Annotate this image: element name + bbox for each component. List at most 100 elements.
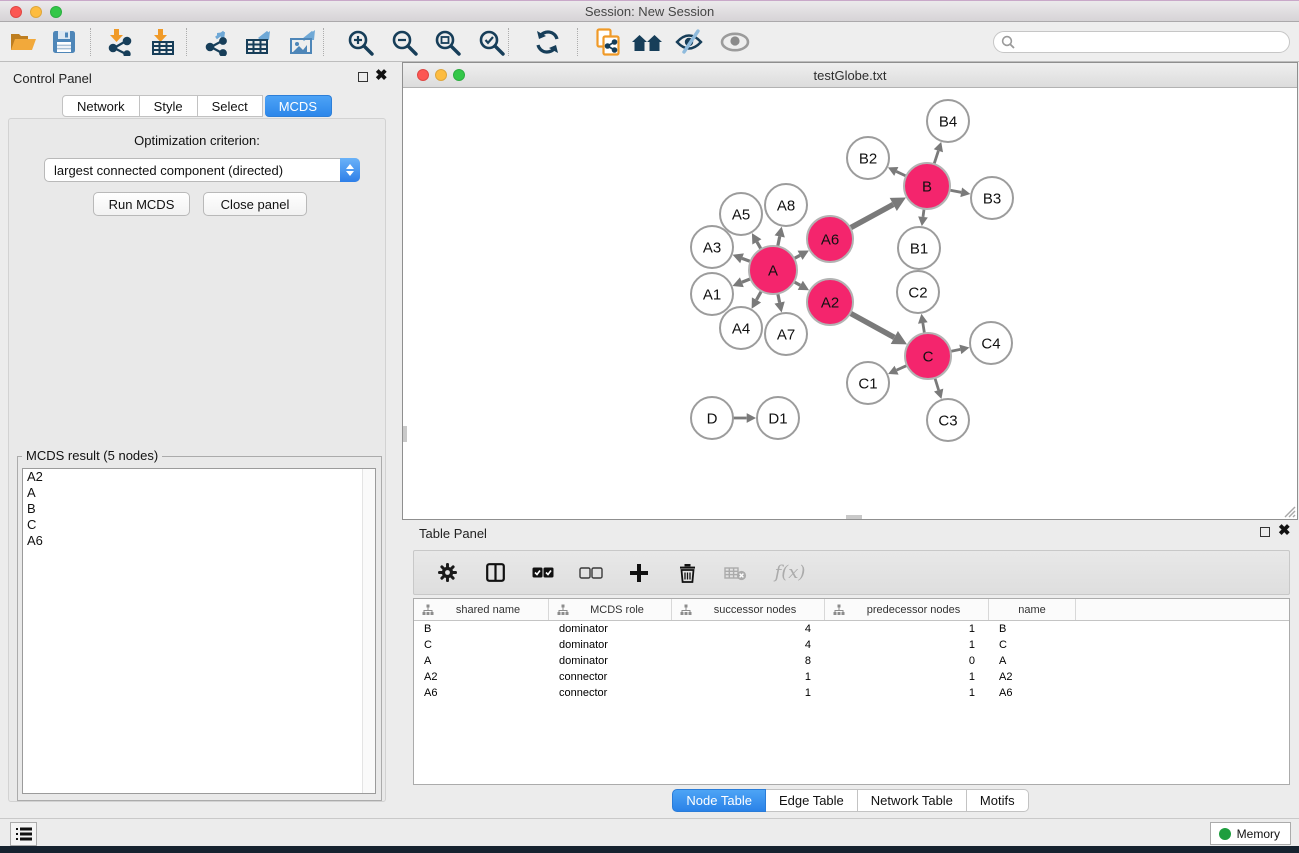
float-panel-icon[interactable] [358,72,368,82]
column-header-name[interactable]: name [989,599,1076,620]
search-field[interactable] [993,31,1290,53]
export-image-icon[interactable] [286,27,320,57]
edge-A-A1[interactable] [742,279,751,282]
close-table-panel-icon[interactable]: ✖ [1278,521,1291,541]
add-column-icon[interactable] [626,560,652,586]
cell[interactable]: B [989,621,1076,637]
mcds-result-item[interactable]: C [23,517,375,533]
float-table-panel-icon[interactable] [1260,527,1270,537]
delete-columns-icon[interactable] [674,560,700,586]
cell[interactable]: A2 [414,669,549,685]
edge-C-C3[interactable] [935,378,939,390]
list-scrollbar[interactable] [362,469,375,793]
edge-B-B2[interactable] [896,171,906,176]
edge-A-A7[interactable] [778,294,780,303]
mcds-result-item[interactable]: A6 [23,533,375,549]
select-all-icon[interactable] [530,560,556,586]
table-row[interactable]: A2connector11A2 [414,669,1289,685]
cell[interactable]: dominator [549,637,672,653]
edge-A-A2[interactable] [794,282,800,286]
cell[interactable]: 1 [672,669,825,685]
tab-motifs[interactable]: Motifs [967,789,1029,812]
deselect-all-icon[interactable] [578,560,604,586]
close-panel-icon[interactable]: ✖ [375,66,388,86]
duplicate-network-icon[interactable] [591,27,625,57]
show-all-icon[interactable] [718,27,752,57]
edge-C-C2[interactable] [923,323,925,333]
import-table-icon[interactable] [146,27,180,57]
close-panel-button[interactable]: Close panel [203,192,307,216]
open-session-icon[interactable] [6,27,40,57]
first-neighbors-icon[interactable] [630,27,664,57]
table-settings-icon[interactable] [434,560,460,586]
horizontal-scroll-indicator[interactable] [846,515,862,519]
tab-select[interactable]: Select [198,95,263,117]
edge-C-C1[interactable] [897,365,907,370]
cell[interactable]: 4 [672,637,825,653]
edge-A-A5[interactable] [757,242,761,249]
table-row[interactable]: Cdominator41C [414,637,1289,653]
edge-B-B4[interactable] [934,151,938,164]
cell[interactable]: C [414,637,549,653]
network-window-titlebar[interactable]: testGlobe.txt [403,63,1297,88]
cell[interactable]: 4 [672,621,825,637]
tab-edge-table[interactable]: Edge Table [766,789,858,812]
cell[interactable]: 1 [825,669,989,685]
cell[interactable]: 0 [825,653,989,669]
cell[interactable]: 1 [825,685,989,701]
mcds-result-item[interactable]: B [23,501,375,517]
edge-A2-C[interactable] [850,313,894,337]
zoom-out-icon[interactable] [387,27,421,57]
optimization-criterion-select[interactable]: largest connected component (directed) [44,158,360,182]
export-table-icon[interactable] [242,27,276,57]
cell[interactable]: connector [549,685,672,701]
zoom-selected-icon[interactable] [474,27,508,57]
column-header-predecessor-nodes[interactable]: predecessor nodes [825,599,989,620]
cell[interactable]: 1 [825,637,989,653]
import-network-icon[interactable] [102,27,136,57]
cell[interactable]: 8 [672,653,825,669]
cell[interactable]: A [414,653,549,669]
cell[interactable]: dominator [549,653,672,669]
hide-selected-icon[interactable] [672,27,706,57]
cell[interactable]: 1 [825,621,989,637]
task-history-button[interactable] [10,822,37,846]
tab-node-table[interactable]: Node Table [672,789,766,812]
cell[interactable]: A6 [989,685,1076,701]
zoom-fit-icon[interactable] [430,27,464,57]
tab-mcds[interactable]: MCDS [265,95,332,117]
save-session-icon[interactable] [47,27,81,57]
run-mcds-button[interactable]: Run MCDS [93,192,190,216]
tab-style[interactable]: Style [140,95,198,117]
cell[interactable]: C [989,637,1076,653]
edge-A6-B[interactable] [850,204,893,228]
cell[interactable]: connector [549,669,672,685]
table-row[interactable]: Adominator80A [414,653,1289,669]
network-canvas[interactable]: B4B2BB3A8A5A6A3B1AC2A1A2A4A7C4CC1DD1C3 [403,88,1297,519]
edge-A-A8[interactable] [778,236,780,246]
memory-button[interactable]: Memory [1210,822,1291,845]
edge-A-A6[interactable] [794,255,800,258]
edge-B-B1[interactable] [923,209,924,217]
mcds-result-item[interactable]: A [23,485,375,501]
column-header-shared-name[interactable]: shared name [414,599,549,620]
cell[interactable]: A6 [414,685,549,701]
mcds-result-item[interactable]: A2 [23,469,375,485]
refresh-layout-icon[interactable] [530,27,564,57]
edge-A-A3[interactable] [742,258,751,261]
cell[interactable]: dominator [549,621,672,637]
tab-network[interactable]: Network [62,95,140,117]
vertical-scroll-indicator[interactable] [403,426,407,442]
export-network-icon[interactable] [200,27,234,57]
table-row[interactable]: A6connector11A6 [414,685,1289,701]
zoom-in-icon[interactable] [343,27,377,57]
cell[interactable]: A [989,653,1076,669]
tab-network-table[interactable]: Network Table [858,789,967,812]
edge-B-B3[interactable] [950,190,962,192]
column-header-MCDS-role[interactable]: MCDS role [549,599,672,620]
edge-C-C4[interactable] [951,349,961,351]
split-panel-icon[interactable] [482,560,508,586]
cell[interactable]: 1 [672,685,825,701]
cell[interactable]: A2 [989,669,1076,685]
table-row[interactable]: Bdominator41B [414,621,1289,637]
